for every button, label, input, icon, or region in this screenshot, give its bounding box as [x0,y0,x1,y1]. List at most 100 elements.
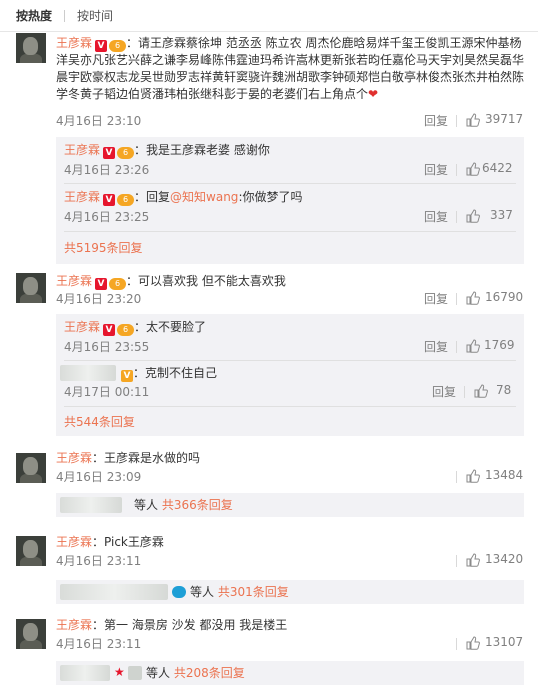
comment-text-line: 洋吴亦凡张艺兴薛之谦李易峰陈伟霆迪玛希许嵩林更新张若昀任嘉伦马天宇刘昊然吴磊华 [56,53,525,67]
more-replies-link[interactable]: 共544条回复 [64,413,135,430]
sort-divider [64,9,66,22]
comment-text: ：请王彦霖蔡徐坤 范丞丞 陈立农 周杰伦鹿晗易烊千玺王俊凯王源宋仲基杨 [126,36,522,50]
reply-text: :你做梦了吗 [238,190,303,204]
reply-summary: 等人 共366条回复 [56,493,524,517]
reply-button[interactable]: 回复 [424,112,448,129]
divider [456,164,457,176]
thumbs-up-icon[interactable] [474,384,488,398]
thumbs-up-icon[interactable] [466,291,480,305]
divider [64,406,516,407]
reply-summary: ★ 等人 共208条回复 [56,661,524,685]
verified-badge-icon: V [103,147,116,159]
avatar[interactable] [16,453,46,483]
username-link[interactable]: 王彦霖 [56,535,92,549]
username-link[interactable]: 王彦霖 [56,618,92,632]
divider [64,183,516,184]
comment-time: 4月16日 23:11 [56,554,142,568]
reply-button[interactable]: 回复 [424,290,448,307]
username-link[interactable]: 王彦霖 [64,320,100,334]
reply-button[interactable]: 回复 [424,161,448,178]
comment-text-line: 王彦霖：王彦霖是水做的吗 [56,449,200,467]
more-replies-link[interactable]: 共208条回复 [174,666,245,680]
divider [456,211,457,223]
sort-by-time-tab[interactable]: 按时间 [77,7,113,24]
others-label: 等人 [190,585,215,599]
more-replies-link[interactable]: 共5195条回复 [64,239,143,256]
comment-text: ：可以喜欢我 但不能太喜欢我 [126,274,286,288]
thumbs-up-icon[interactable] [466,636,480,650]
reply-time: 4月16日 23:26 [64,163,150,177]
avatar[interactable] [16,619,46,649]
reply-list: 王彦霖 V 6 ：我是王彦霖老婆 感谢你 4月16日 23:26 回复 6422 王彦… [56,137,524,264]
reply-button[interactable]: 回复 [424,208,448,225]
like-count: 13420 [485,552,524,566]
comment-text-line: 王彦霖 V 6 ：可以喜欢我 但不能太喜欢我 [56,272,286,290]
reply-text-line: V ：克制不住自己 [118,364,217,382]
reply-list: 王彦霖 V 6 ：太不要脸了 4月16日 23:55 回复 1769 V ：克制不住自己… [56,314,524,436]
divider [456,115,457,127]
reply-button[interactable]: 回复 [432,383,456,400]
thumbs-up-icon[interactable] [466,339,480,353]
like-count: 337 [490,208,513,222]
thumbs-up-icon[interactable] [466,209,480,223]
verified-badge-icon: V [121,370,133,382]
sort-by-hot-tab[interactable]: 按热度 [16,7,52,24]
divider [64,360,516,361]
others-label: 等人 [146,666,171,680]
vip-level-badge-icon: 6 [109,278,127,290]
blurred-username [60,365,116,381]
like-count: 13107 [485,635,524,649]
comment-text-line: 学冬黄子韬边伯贤潘玮柏张继科彭于晏的老婆们右上角点个❤ [56,85,378,103]
username-link[interactable]: 王彦霖 [56,36,92,50]
divider [456,471,457,483]
reply-summary-line: 等人 共366条回复 [134,496,233,514]
thumbs-up-icon[interactable] [466,113,480,127]
heart-emoji-icon: ❤ [368,87,379,101]
divider [456,341,457,353]
username-link[interactable]: 王彦霖 [56,274,92,288]
thumbs-up-icon[interactable] [466,553,480,567]
vip-level-badge-icon: 6 [117,324,135,336]
star-badge-icon: ★ [114,665,125,679]
divider [64,231,516,232]
reply-summary: 等人 共301条回复 [56,580,524,604]
comment-text-line: 晨宇欧豪权志龙吴世勋罗志祥黄轩窦骁许魏洲胡歌李钟硕郑恺白敬亭林俊杰张杰井柏然陈 [56,70,525,84]
reply-time: 4月17日 00:11 [64,385,150,399]
blurred-username [60,665,110,681]
comment-text: ：Pick王彦霖 [92,535,164,549]
more-replies-link[interactable]: 共366条回复 [162,498,233,512]
sort-bar: 按热度 按时间 [0,0,538,32]
verified-badge-icon: V [95,278,108,290]
reply-summary-line: 等人 共208条回复 [146,664,245,682]
reply-button[interactable]: 回复 [424,338,448,355]
divider [456,293,457,305]
username-link[interactable]: 王彦霖 [56,451,92,465]
vip-level-badge-icon: 6 [117,147,135,159]
username-link[interactable]: 王彦霖 [64,143,100,157]
like-count: 6422 [482,161,513,175]
avatar[interactable] [16,536,46,566]
blurred-username [60,584,168,600]
comment-text: ：第一 海景房 沙发 都没用 我是楼王 [92,618,288,632]
like-count: 78 [496,383,512,397]
reply-text-line: 王彦霖 V 6 ：我是王彦霖老婆 感谢你 [64,141,270,159]
comment-text-line: 王彦霖：Pick王彦霖 [56,533,164,551]
reply-text: ：回复 [134,190,171,204]
verified-badge-icon: V [103,194,116,206]
divider [456,638,457,650]
avatar[interactable] [16,33,46,63]
reply-text-line: 王彦霖 V 6 ：回复@知知wang:你做梦了吗 [64,188,302,206]
thumbs-up-icon[interactable] [466,162,480,176]
avatar[interactable] [16,273,46,303]
like-count: 1769 [484,338,515,352]
more-replies-link[interactable]: 共301条回复 [218,585,289,599]
member-badge-icon [172,586,186,598]
username-link[interactable]: 王彦霖 [64,190,100,204]
mention-link[interactable]: @知知wang [170,190,238,204]
reply-time: 4月16日 23:55 [64,340,150,354]
comment-text: 学冬黄子韬边伯贤潘玮柏张继科彭于晏的老婆们右上角点个 [56,87,369,101]
vip-level-badge-icon: 6 [117,194,135,206]
comment-time: 4月16日 23:11 [56,637,142,651]
thumbs-up-icon[interactable] [466,469,480,483]
comment-text-line: 王彦霖 V 6 ：请王彦霖蔡徐坤 范丞丞 陈立农 周杰伦鹿晗易烊千玺王俊凯王源宋仲基杨 [56,34,521,52]
